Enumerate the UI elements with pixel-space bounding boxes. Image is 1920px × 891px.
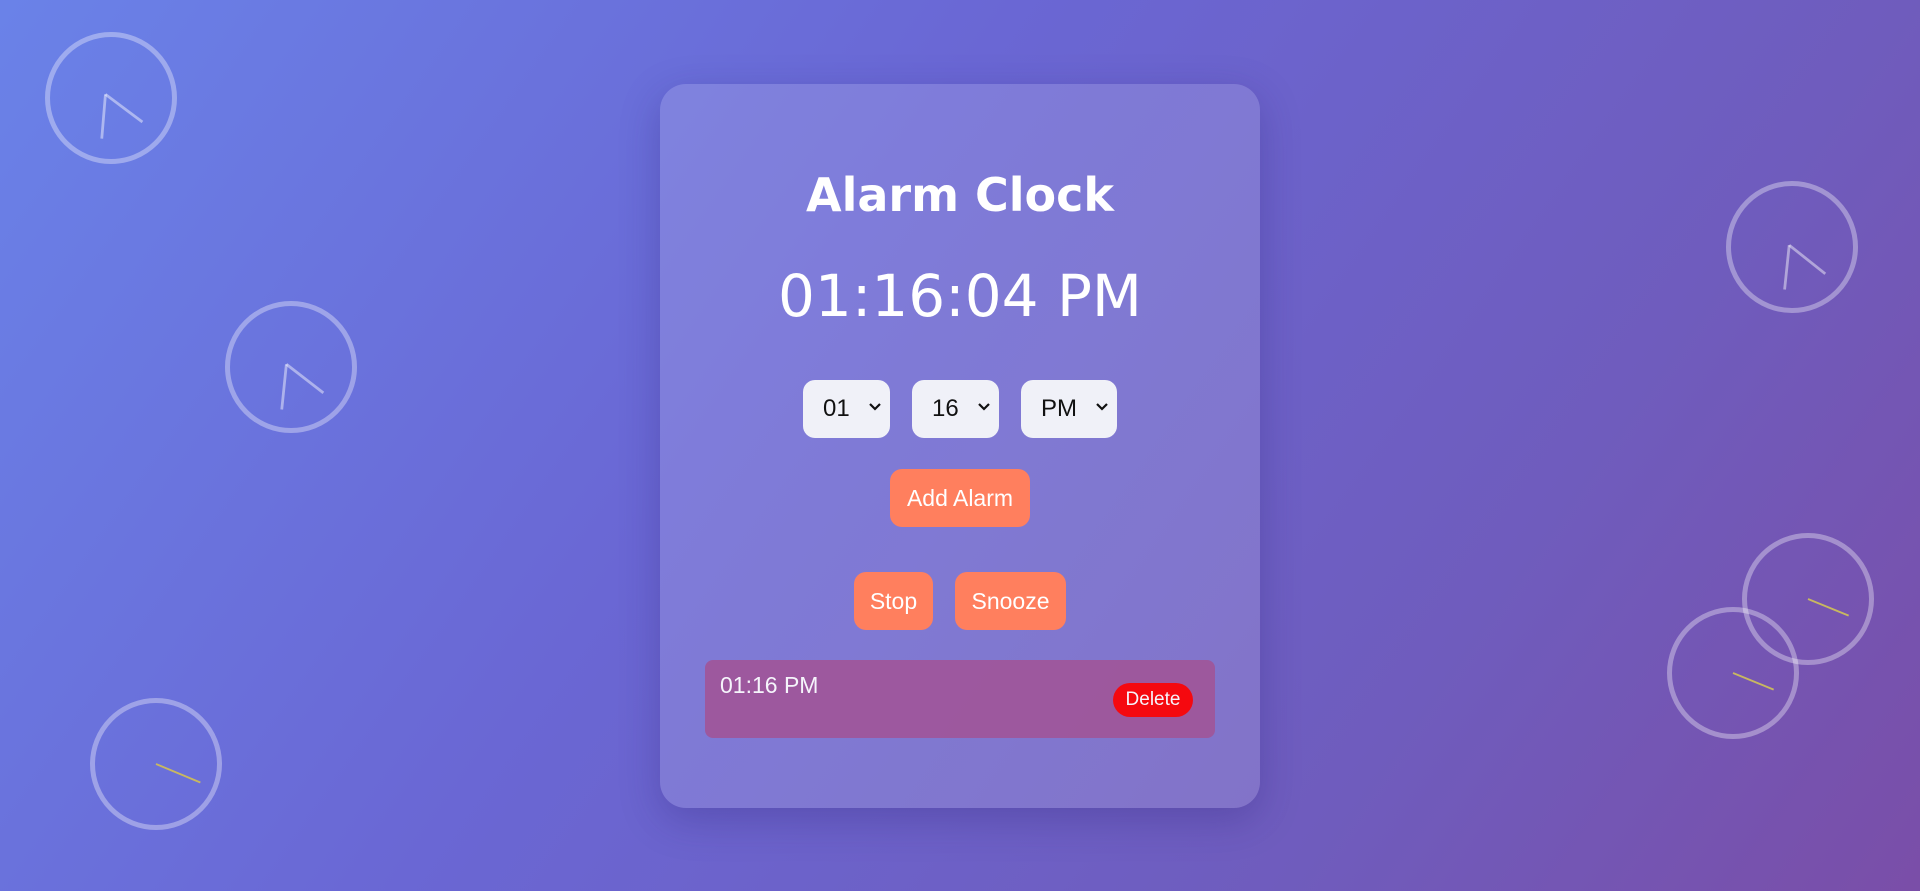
- hour-select-value: 01: [823, 395, 850, 422]
- app-title: Alarm Clock: [805, 168, 1115, 222]
- chevron-down-icon: [1096, 403, 1108, 411]
- decorative-clock-icon: [225, 301, 357, 433]
- decorative-clock-icon: [1726, 181, 1858, 313]
- decorative-clock-icon: [45, 32, 177, 164]
- current-time-display: 01:16:04 PM: [778, 262, 1142, 330]
- stop-button[interactable]: Stop: [854, 572, 933, 630]
- period-select[interactable]: PM: [1021, 380, 1117, 438]
- chevron-down-icon: [978, 403, 990, 411]
- decorative-clock-icon: [1667, 607, 1799, 739]
- add-alarm-button[interactable]: Add Alarm: [890, 469, 1030, 527]
- alarm-clock-card: Alarm Clock 01:16:04 PM 01 16 PM Add Ala…: [660, 84, 1260, 808]
- decorative-clock-icon: [90, 698, 222, 830]
- minute-select-value: 16: [932, 395, 959, 422]
- chevron-down-icon: [869, 403, 881, 411]
- delete-alarm-button[interactable]: Delete: [1113, 683, 1193, 717]
- snooze-button[interactable]: Snooze: [955, 572, 1066, 630]
- period-select-value: PM: [1041, 395, 1077, 422]
- hour-select[interactable]: 01: [803, 380, 890, 438]
- alarm-time: 01:16 PM: [720, 672, 819, 698]
- minute-select[interactable]: 16: [912, 380, 999, 438]
- alarm-list-item: 01:16 PM Delete: [705, 660, 1215, 738]
